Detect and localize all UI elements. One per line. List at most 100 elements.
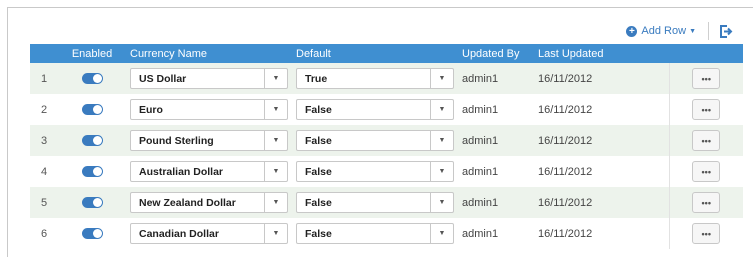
export-button[interactable] <box>719 24 733 38</box>
chevron-down-icon[interactable]: ▼ <box>430 193 453 212</box>
currency-cell: New Zealand Dollar ▼ <box>126 187 292 218</box>
more-icon: ••• <box>701 197 711 208</box>
default-value: True <box>305 72 328 85</box>
enabled-toggle[interactable] <box>81 73 103 84</box>
actions-cell: ••• <box>669 63 743 94</box>
enabled-toggle[interactable] <box>81 197 103 208</box>
currency-value: Australian Dollar <box>139 165 224 178</box>
table-row: 4 Australian Dollar ▼ False ▼ admin1 16/… <box>30 156 743 187</box>
currency-select[interactable]: US Dollar ▼ <box>130 68 288 89</box>
default-select[interactable]: False ▼ <box>296 130 454 151</box>
more-icon: ••• <box>701 73 711 84</box>
currency-cell: Canadian Dollar ▼ <box>126 218 292 249</box>
row-index: 6 <box>40 227 48 240</box>
row-actions-button[interactable]: ••• <box>692 68 721 89</box>
chevron-down-icon[interactable]: ▼ <box>430 100 453 119</box>
row-actions-button[interactable]: ••• <box>692 192 721 213</box>
currency-table: Enabled Currency Name Default Updated By… <box>30 44 743 249</box>
enabled-cell <box>58 218 126 249</box>
currency-value: US Dollar <box>139 72 187 85</box>
header-enabled[interactable]: Enabled <box>58 44 126 63</box>
currency-value: Euro <box>139 103 163 116</box>
enabled-toggle[interactable] <box>81 228 103 239</box>
default-select[interactable]: False ▼ <box>296 161 454 182</box>
enabled-toggle[interactable] <box>81 135 103 146</box>
currency-select[interactable]: Australian Dollar ▼ <box>130 161 288 182</box>
row-index: 1 <box>40 72 48 85</box>
table-header-row: Enabled Currency Name Default Updated By… <box>30 44 743 63</box>
currency-select[interactable]: Pound Sterling ▼ <box>130 130 288 151</box>
default-value: False <box>305 165 332 178</box>
row-index: 2 <box>40 103 48 116</box>
default-value: False <box>305 103 332 116</box>
chevron-down-icon[interactable]: ▼ <box>430 69 453 88</box>
updated-by-cell: admin1 <box>462 134 499 147</box>
currency-value: New Zealand Dollar <box>139 196 236 209</box>
default-value: False <box>305 227 332 240</box>
more-icon: ••• <box>701 135 711 146</box>
chevron-down-icon[interactable]: ▼ <box>264 100 287 119</box>
enabled-cell <box>58 63 126 94</box>
toolbar-divider <box>708 22 709 40</box>
row-index: 4 <box>40 165 48 178</box>
table-row: 3 Pound Sterling ▼ False ▼ admin1 16/11/… <box>30 125 743 156</box>
enabled-toggle[interactable] <box>81 166 103 177</box>
currency-value: Pound Sterling <box>139 134 214 147</box>
row-index: 5 <box>40 196 48 209</box>
default-select[interactable]: True ▼ <box>296 68 454 89</box>
enabled-cell <box>58 125 126 156</box>
row-actions-button[interactable]: ••• <box>692 99 721 120</box>
add-row-label: Add Row <box>641 25 687 37</box>
default-cell: False ▼ <box>292 187 458 218</box>
table-row: 2 Euro ▼ False ▼ admin1 16/11/2012 ••• <box>30 94 743 125</box>
table-row: 1 US Dollar ▼ True ▼ admin1 16/11/2012 •… <box>30 63 743 94</box>
header-updated-by[interactable]: Updated By <box>458 44 534 63</box>
more-icon: ••• <box>701 228 711 239</box>
chevron-down-icon[interactable]: ▼ <box>264 69 287 88</box>
header-default[interactable]: Default <box>292 44 458 63</box>
table-row: 5 New Zealand Dollar ▼ False ▼ admin1 16… <box>30 187 743 218</box>
default-select[interactable]: False ▼ <box>296 223 454 244</box>
currency-cell: Australian Dollar ▼ <box>126 156 292 187</box>
row-actions-button[interactable]: ••• <box>692 223 721 244</box>
last-updated-cell: 16/11/2012 <box>534 187 670 218</box>
header-last-updated[interactable]: Last Updated <box>534 44 669 63</box>
currency-select[interactable]: New Zealand Dollar ▼ <box>130 192 288 213</box>
updated-by-cell: admin1 <box>462 103 499 116</box>
updated-by-cell: admin1 <box>462 165 499 178</box>
default-value: False <box>305 196 332 209</box>
last-updated-cell: 16/11/2012 <box>534 125 670 156</box>
header-index <box>30 44 58 63</box>
last-updated-cell: 16/11/2012 <box>534 156 670 187</box>
chevron-down-icon[interactable]: ▼ <box>264 224 287 243</box>
updated-by-cell: admin1 <box>462 227 499 240</box>
enabled-cell <box>58 94 126 125</box>
currency-select[interactable]: Canadian Dollar ▼ <box>130 223 288 244</box>
plus-circle-icon: + <box>626 25 638 37</box>
chevron-down-icon[interactable]: ▼ <box>264 131 287 150</box>
actions-cell: ••• <box>669 156 743 187</box>
enabled-toggle[interactable] <box>81 104 103 115</box>
default-cell: False ▼ <box>292 218 458 249</box>
header-currency-name[interactable]: Currency Name <box>126 44 292 63</box>
default-select[interactable]: False ▼ <box>296 192 454 213</box>
more-icon: ••• <box>701 166 711 177</box>
add-row-button[interactable]: + Add Row ▼ <box>626 25 696 37</box>
currency-cell: Pound Sterling ▼ <box>126 125 292 156</box>
actions-cell: ••• <box>669 187 743 218</box>
default-select[interactable]: False ▼ <box>296 99 454 120</box>
default-value: False <box>305 134 332 147</box>
chevron-down-icon[interactable]: ▼ <box>264 193 287 212</box>
updated-by-cell: admin1 <box>462 72 499 85</box>
row-actions-button[interactable]: ••• <box>692 161 721 182</box>
enabled-cell <box>58 187 126 218</box>
chevron-down-icon[interactable]: ▼ <box>430 224 453 243</box>
updated-by-cell: admin1 <box>462 196 499 209</box>
table-row: 6 Canadian Dollar ▼ False ▼ admin1 16/11… <box>30 218 743 249</box>
row-actions-button[interactable]: ••• <box>692 130 721 151</box>
chevron-down-icon[interactable]: ▼ <box>430 162 453 181</box>
chevron-down-icon[interactable]: ▼ <box>430 131 453 150</box>
currency-value: Canadian Dollar <box>139 227 219 240</box>
currency-select[interactable]: Euro ▼ <box>130 99 288 120</box>
chevron-down-icon[interactable]: ▼ <box>264 162 287 181</box>
